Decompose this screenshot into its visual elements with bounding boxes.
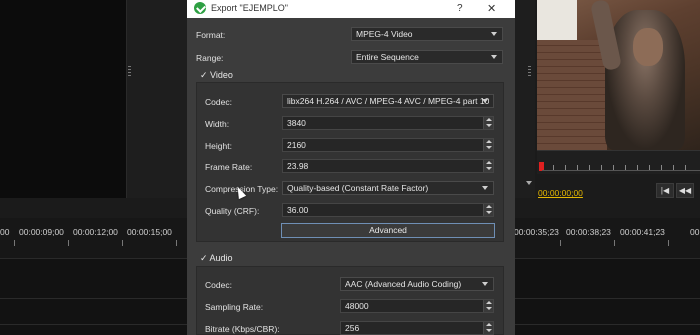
ruler-timecode: 00:00:12;00 <box>73 227 118 237</box>
advanced-button[interactable]: Advanced <box>281 223 495 238</box>
program-timecode[interactable]: 00:00:00;00 <box>538 188 583 198</box>
source-viewer <box>0 0 126 198</box>
video-checkbox[interactable]: ✓ Video <box>200 70 233 81</box>
chevron-down-icon <box>491 55 497 59</box>
video-codec-select[interactable]: libx264 H.264 / AVC / MPEG-4 AVC / MPEG-… <box>282 94 494 108</box>
ruler-timecode: 00:00:38;23 <box>566 227 611 237</box>
framerate-spinbox[interactable]: 23.98 <box>282 159 494 173</box>
dialog-title: Export "EJEMPLO" <box>211 3 288 13</box>
ruler-timecode: 00:00:35;23 <box>514 227 559 237</box>
framerate-label: Frame Rate: <box>205 162 253 172</box>
help-button[interactable]: ? <box>457 3 463 14</box>
height-label: Height: <box>205 141 232 151</box>
chevron-down-icon <box>482 99 488 103</box>
range-select[interactable]: Entire Sequence <box>351 50 503 64</box>
audio-codec-label: Codec: <box>205 280 232 290</box>
ruler-timecode: 00:00:09;00 <box>19 227 64 237</box>
panel-menu-arrow-icon[interactable] <box>526 181 532 185</box>
audio-codec-select[interactable]: AAC (Advanced Audio Coding) <box>340 277 494 291</box>
height-spinbox[interactable]: 2160 <box>282 138 494 152</box>
panel-gap <box>127 0 187 198</box>
program-preview <box>537 0 700 150</box>
ruler-timecode: 00:00:15;00 <box>127 227 172 237</box>
app-logo-icon <box>194 2 206 14</box>
video-group: Codec: libx264 H.264 / AVC / MPEG-4 AVC … <box>196 82 504 242</box>
panel-gap-right <box>515 0 535 198</box>
video-codec-label: Codec: <box>205 97 232 107</box>
bitrate-label: Bitrate (Kbps/CBR): <box>205 324 280 334</box>
width-spinbox[interactable]: 3840 <box>282 116 494 130</box>
format-select[interactable]: MPEG-4 Video <box>351 27 503 41</box>
chevron-down-icon <box>482 186 488 190</box>
compression-select[interactable]: Quality-based (Constant Rate Factor) <box>282 181 494 195</box>
spin-arrows-icon[interactable] <box>483 322 493 334</box>
spin-arrows-icon[interactable] <box>483 300 493 312</box>
ruler-timecode: 00:00:41;23 <box>620 227 665 237</box>
audio-checkbox[interactable]: ✓ Audio <box>200 253 233 264</box>
spin-arrows-icon[interactable] <box>483 117 493 129</box>
close-button[interactable]: ✕ <box>487 2 496 15</box>
rewind-button[interactable]: ◀◀ <box>676 183 694 198</box>
panel-resize-handle-right[interactable] <box>528 66 531 78</box>
spin-arrows-icon[interactable] <box>483 204 493 216</box>
format-label: Format: <box>196 30 226 40</box>
go-to-start-button[interactable]: |◀ <box>656 183 674 198</box>
quality-label: Quality (CRF): <box>205 206 260 216</box>
quality-spinbox[interactable]: 36.00 <box>282 203 494 217</box>
sampling-label: Sampling Rate: <box>205 302 264 312</box>
spin-arrows-icon[interactable] <box>483 160 493 172</box>
chevron-down-icon <box>482 282 488 286</box>
ruler-timecode: 00 <box>0 227 10 237</box>
bitrate-spinbox[interactable]: 256 <box>340 321 494 335</box>
chevron-down-icon <box>491 32 497 36</box>
sampling-spinbox[interactable]: 48000 <box>340 299 494 313</box>
dialog-titlebar[interactable]: Export "EJEMPLO" ? ✕ <box>187 0 515 18</box>
spin-arrows-icon[interactable] <box>483 139 493 151</box>
export-dialog: Export "EJEMPLO" ? ✕ Format: MPEG-4 Vide… <box>187 0 515 335</box>
ruler-timecode: 00 <box>690 227 700 237</box>
width-label: Width: <box>205 119 230 129</box>
audio-group: Codec: AAC (Advanced Audio Coding) Sampl… <box>196 266 504 335</box>
panel-resize-handle[interactable] <box>128 66 131 78</box>
range-label: Range: <box>196 53 224 63</box>
